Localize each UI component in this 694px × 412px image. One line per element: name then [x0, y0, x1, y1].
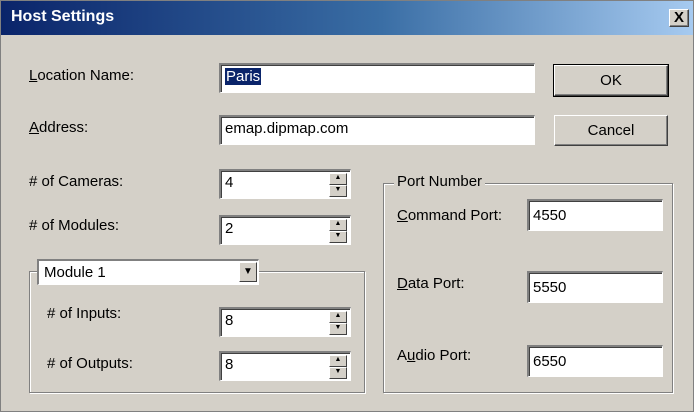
spin-down-icon[interactable]: ▼ — [329, 367, 347, 379]
data-port-label: Data Port: — [397, 275, 465, 292]
command-port-input[interactable]: 4550 — [527, 199, 663, 231]
spin-up-icon[interactable]: ▲ — [329, 219, 347, 231]
cancel-button[interactable]: Cancel — [554, 115, 668, 146]
modules-label: # of Modules: — [29, 217, 120, 234]
module-select[interactable]: Module 1 ▼ — [37, 259, 259, 285]
data-port-input[interactable]: 5550 — [527, 271, 663, 303]
ok-button[interactable]: OK — [553, 64, 669, 97]
spin-down-icon[interactable]: ▼ — [329, 323, 347, 335]
address-input[interactable]: emap.dipmap.com — [219, 115, 535, 145]
spin-down-icon[interactable]: ▼ — [329, 185, 347, 197]
modules-spinner[interactable]: ▲ ▼ — [329, 219, 347, 243]
audio-port-input[interactable]: 6550 — [527, 345, 663, 377]
port-number-legend: Port Number — [394, 173, 486, 190]
address-label: Address: — [29, 119, 89, 136]
close-button[interactable]: X — [669, 9, 689, 27]
location-name-input[interactable]: Paris — [219, 63, 535, 93]
spin-down-icon[interactable]: ▼ — [329, 231, 347, 243]
spin-up-icon[interactable]: ▲ — [329, 311, 347, 323]
cameras-spinner[interactable]: ▲ ▼ — [329, 173, 347, 197]
audio-port-label: Audio Port: — [397, 347, 472, 364]
chevron-down-icon[interactable]: ▼ — [239, 262, 257, 282]
inputs-label: # of Inputs: — [47, 305, 122, 322]
host-settings-dialog: Host Settings X Location Name: Paris Add… — [0, 0, 694, 412]
cameras-label: # of Cameras: — [29, 173, 124, 190]
dialog-title: Host Settings — [11, 8, 115, 25]
inputs-spinner[interactable]: ▲ ▼ — [329, 311, 347, 335]
close-icon: X — [673, 9, 684, 26]
outputs-label: # of Outputs: — [47, 355, 133, 372]
location-name-label: Location Name: — [29, 67, 135, 84]
spin-up-icon[interactable]: ▲ — [329, 355, 347, 367]
command-port-label: Command Port: — [397, 207, 503, 224]
outputs-spinner[interactable]: ▲ ▼ — [329, 355, 347, 379]
title-bar[interactable]: Host Settings X — [1, 1, 693, 35]
spin-up-icon[interactable]: ▲ — [329, 173, 347, 185]
